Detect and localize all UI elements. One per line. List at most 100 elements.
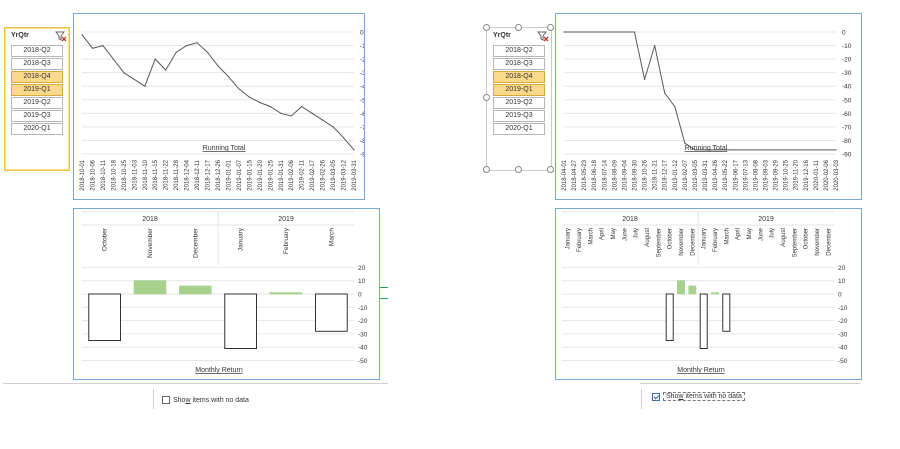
month-label: December (192, 227, 199, 258)
x-tick-label: 2018-12-11 (195, 159, 201, 190)
running-total-line (81, 34, 355, 151)
show-items-checkbox[interactable] (162, 396, 170, 404)
x-tick-label: 2019-03-05 (693, 159, 699, 190)
y-tick-label: -70 (360, 124, 364, 131)
chart-title: Monthly Return (677, 367, 725, 374)
x-tick-label: 2019-02-07 (683, 159, 689, 190)
data-point (186, 44, 188, 47)
x-tick-label: 2019-02-26 (321, 159, 327, 190)
show-items-checkbox[interactable] (652, 392, 660, 401)
slicer-item-2018-q4[interactable]: 2018-Q4 (493, 71, 545, 83)
slicer-item-2019-q2[interactable]: 2019-Q2 (493, 97, 545, 109)
x-tick-label: 2018-08-09 (612, 159, 618, 190)
left-running-total-chart[interactable]: 0 -10 -20 -30 -40 -50 -60 -70 -80 -90 2018-10-01 20… (73, 13, 365, 200)
slicer-item-2019-q1[interactable]: 2019-Q1 (11, 84, 63, 96)
data-point (238, 88, 240, 90)
x-tick-label: 2018-10-25 (122, 159, 128, 190)
x-tick-label: 2018-07-14 (602, 159, 608, 190)
x-tick-label: 2018-11-21 (653, 159, 659, 190)
slicer-item-2018-q2[interactable]: 2018-Q2 (11, 45, 63, 57)
month-label: March (588, 228, 594, 245)
x-tick-label: 2019-03-31 (352, 159, 358, 190)
month-label: September (656, 228, 662, 257)
resize-handle[interactable] (547, 24, 554, 31)
bar-february (711, 292, 719, 295)
x-tick-label: 2019-02-06 (289, 159, 295, 190)
data-point (206, 51, 209, 53)
chart-title: Running Total (203, 145, 246, 152)
x-tick-label: 2019-12-16 (804, 159, 810, 190)
clear-filter-icon[interactable] (55, 30, 67, 42)
data-point (301, 105, 303, 108)
resize-handle[interactable] (515, 24, 522, 31)
data-point (290, 115, 292, 117)
slicer-item-2018-q4[interactable]: 2018-Q4 (11, 71, 63, 83)
month-label: January (566, 228, 572, 249)
bar-february (269, 292, 303, 295)
slicer-item-2018-q3[interactable]: 2018-Q3 (493, 58, 545, 70)
month-label: April (736, 228, 742, 240)
month-label: November (679, 228, 685, 256)
x-tick-label: 2018-12-04 (185, 159, 191, 190)
month-label: June (622, 227, 628, 241)
x-tick-label: 2019-07-13 (743, 159, 749, 190)
chart-title: Monthly Return (195, 367, 243, 374)
slicer-item-2020-q1[interactable]: 2020-Q1 (493, 123, 545, 135)
y-tick-label: -50 (358, 358, 368, 365)
y-tick-label: 0 (358, 292, 362, 299)
resize-handle[interactable] (483, 166, 490, 173)
y-tick-label: -10 (842, 43, 852, 50)
y-tick-label: -50 (842, 97, 852, 104)
data-point (744, 149, 746, 151)
x-tick-label: 2019-03-31 (703, 159, 709, 190)
month-label: August (781, 228, 787, 247)
chart-title: Running Total (685, 145, 728, 152)
month-label: July (634, 228, 640, 239)
resize-handle[interactable] (515, 166, 522, 173)
data-point (269, 105, 271, 108)
slicer-item-2019-q3[interactable]: 2019-Q3 (11, 110, 63, 122)
x-tick-label: 2019-01-25 (268, 159, 274, 190)
slicer-item-2020-q1[interactable]: 2020-Q1 (11, 123, 63, 135)
clear-filter-icon[interactable] (537, 30, 549, 42)
y-tick-label: 0 (842, 30, 846, 37)
show-items-label: Show items with no data (173, 396, 249, 404)
resize-handle[interactable] (547, 166, 554, 173)
right-yrqtr-slicer[interactable]: YrQtr 2018-Q2 2018-Q3 2018-Q4 2019-Q1 2019-Q… (486, 27, 552, 171)
resize-handle[interactable] (483, 94, 490, 101)
left-monthly-return-chart[interactable]: 20 10 0 -10 -20 -30 -40 -50 2018 2019 October Novem… (73, 208, 380, 380)
left-show-items-option[interactable]: Show items with no data (162, 396, 249, 404)
data-point (81, 34, 83, 36)
x-tick-label: 2018-10-06 (90, 159, 96, 190)
right-running-total-chart[interactable]: 0 -10 -20 -30 -40 -50 -60 -70 -80 -90 2018-04-01 20… (555, 13, 862, 200)
right-show-items-option[interactable]: Show items with no data (652, 392, 745, 401)
data-point (764, 149, 767, 151)
y-tick-label: -30 (838, 331, 848, 338)
left-yrqtr-slicer[interactable]: YrQtr 2018-Q2 2018-Q3 2018-Q4 2019-Q1 2019-Q… (4, 27, 70, 171)
data-point (175, 51, 177, 53)
x-tick-label: 2019-01-20 (258, 159, 264, 190)
running-total-line (564, 31, 836, 151)
y-tick-label: -30 (360, 70, 364, 77)
data-point (643, 78, 646, 81)
x-tick-label: 2019-08-08 (753, 159, 759, 190)
data-point (583, 31, 585, 33)
green-marker-2 (380, 298, 388, 299)
running-total-plot: 0 -10 -20 -30 -40 -50 -60 -70 -80 -90 2018-04-01 20… (562, 30, 852, 191)
bar-january (224, 293, 257, 349)
month-label: May (747, 228, 753, 239)
data-point (815, 149, 817, 151)
y-tick-label: -40 (358, 345, 368, 352)
slicer-item-2019-q3[interactable]: 2019-Q3 (493, 110, 545, 122)
slicer-item-2018-q3[interactable]: 2018-Q3 (11, 58, 63, 70)
x-tick-label: 2019-10-25 (784, 159, 790, 190)
y-tick-label: 10 (358, 278, 366, 285)
resize-handle[interactable] (483, 24, 490, 31)
right-monthly-return-chart[interactable]: 20 10 0 -10 -20 -30 -40 -50 2018 2019 January Febru… (555, 208, 862, 380)
slicer-item-2018-q2[interactable]: 2018-Q2 (493, 45, 545, 57)
month-label: September (792, 228, 798, 257)
slicer-item-2019-q1[interactable]: 2019-Q1 (493, 84, 545, 96)
slicer-item-2019-q2[interactable]: 2019-Q2 (11, 97, 63, 109)
x-tick-label: 2018-11-22 (164, 159, 170, 190)
x-tick-label: 2019-05-22 (723, 159, 729, 190)
